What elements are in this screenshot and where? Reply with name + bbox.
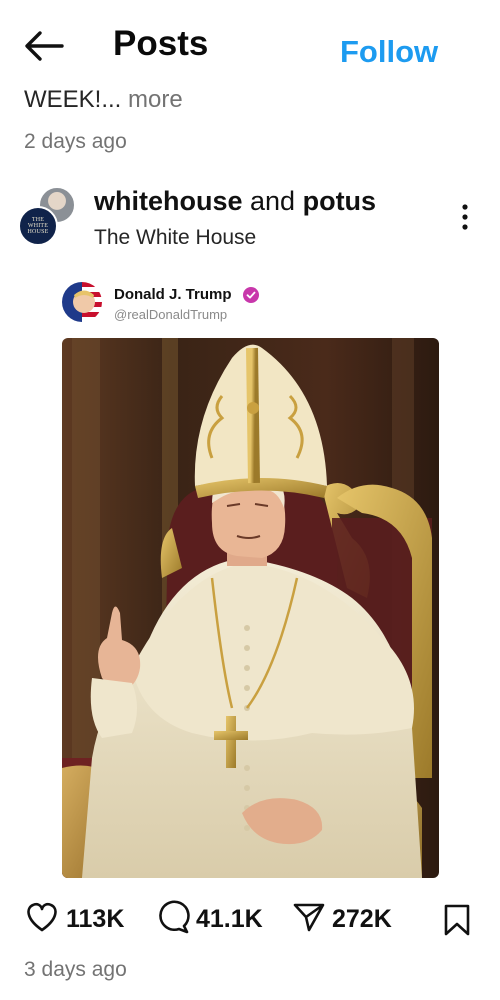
more-link[interactable]: more — [121, 86, 183, 113]
avatar-whitehouse[interactable]: THE WHITE HOUSE — [18, 206, 58, 246]
share-button[interactable]: 272K — [292, 898, 392, 940]
page-title: Posts — [113, 24, 209, 63]
page-subtitle: The White House — [94, 226, 257, 249]
tweet-avatar — [62, 282, 102, 322]
account-potus[interactable]: potus — [303, 186, 377, 216]
account-joiner: and — [242, 186, 303, 216]
like-count: 113K — [66, 904, 125, 933]
share-count: 272K — [332, 904, 392, 933]
like-button[interactable]: 113K — [24, 898, 124, 940]
back-arrow-icon[interactable] — [22, 28, 66, 64]
caption-text: WEEK!... — [24, 86, 122, 113]
collab-avatars[interactable]: THE WHITE HOUSE — [18, 186, 80, 246]
verified-badge-icon — [243, 287, 259, 303]
tweet-author-name: Donald J. Trump — [114, 286, 232, 303]
comment-icon — [156, 899, 190, 939]
tweet-author-handle: @realDonaldTrump — [114, 307, 228, 322]
previous-post-timestamp: 2 days ago — [24, 130, 127, 153]
post-image[interactable] — [62, 338, 439, 878]
send-icon — [292, 901, 326, 938]
heart-icon — [24, 901, 60, 938]
post-timestamp: 3 days ago — [24, 958, 127, 981]
comment-count: 41.1K — [196, 904, 263, 933]
bookmark-icon[interactable] — [442, 898, 472, 940]
follow-button[interactable]: Follow — [340, 34, 438, 70]
previous-post-caption: WEEK!... more — [24, 86, 183, 114]
more-vertical-icon[interactable] — [455, 200, 475, 236]
comment-button[interactable]: 41.1K — [156, 898, 263, 940]
post-accounts: whitehouse and potus — [94, 186, 376, 217]
account-whitehouse[interactable]: whitehouse — [94, 186, 243, 216]
